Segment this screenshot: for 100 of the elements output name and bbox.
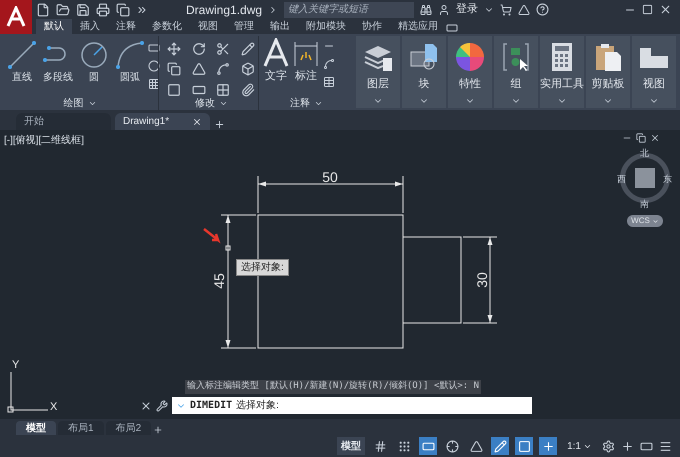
add-layout-icon[interactable] <box>153 425 164 435</box>
ucs-axis-drawing <box>8 372 48 412</box>
panel-title[interactable]: 注释 <box>290 96 310 110</box>
panel-label: 组 <box>510 77 522 92</box>
layout-tab[interactable]: 布局2 <box>106 421 152 435</box>
caret-icon[interactable] <box>314 99 323 108</box>
ribbon-tab[interactable]: 协作 <box>354 19 390 34</box>
panel-label: 块 <box>418 77 430 92</box>
ribbon-panel[interactable]: 实用工具 <box>540 36 584 108</box>
leader-icon[interactable] <box>322 58 335 70</box>
ribbon-panel[interactable]: 剪贴板 <box>586 36 630 108</box>
ribbon-panel[interactable]: 视图 <box>632 36 676 108</box>
ribbon-tab[interactable]: 插入 <box>72 19 108 34</box>
ribbon-tab[interactable]: 管理 <box>226 19 262 34</box>
rectangle-icon[interactable] <box>148 42 160 54</box>
restore-icon[interactable] <box>636 133 646 143</box>
arrow-icon <box>202 228 220 244</box>
grid-icon <box>374 440 387 452</box>
document-tab[interactable]: Drawing1* <box>115 113 210 130</box>
ribbon-tab[interactable]: 精选应用 <box>390 19 446 34</box>
wrench-icon[interactable] <box>156 400 168 412</box>
ribbon-panel[interactable]: 特性 <box>448 36 492 108</box>
panel-label: 实用工具 <box>540 76 584 92</box>
ribbon-tab[interactable]: 附加模块 <box>298 19 354 34</box>
sign-in-button[interactable]: 登录 <box>456 1 478 18</box>
dimension-text: 50 <box>322 169 338 185</box>
ribbon-tab[interactable]: 参数化 <box>144 19 190 34</box>
close-icon[interactable] <box>650 133 660 143</box>
snap-icon <box>398 440 411 452</box>
annotation-toggle-button[interactable] <box>539 437 558 455</box>
ribbon-panel[interactable]: 组 <box>494 36 538 108</box>
table-icon[interactable] <box>322 76 335 88</box>
panel-title[interactable]: 绘图 <box>64 96 84 110</box>
compass-label: 南 <box>640 198 649 211</box>
ribbon-tab[interactable]: 视图 <box>190 19 226 34</box>
ribbon-panel[interactable]: 块 <box>402 36 446 108</box>
print-icon[interactable] <box>96 2 110 16</box>
panel-label: 特性 <box>459 77 481 92</box>
document-tab[interactable]: 开始 <box>16 113 111 130</box>
user-icon[interactable] <box>438 4 450 16</box>
panel-label: 图层 <box>367 77 389 92</box>
ortho-toggle-button[interactable] <box>419 437 438 455</box>
help-icon[interactable] <box>536 3 550 16</box>
axis-label: X <box>50 401 58 413</box>
ribbon-panel[interactable]: 图层 <box>356 36 400 108</box>
compass-label: 东 <box>663 173 672 186</box>
block-icon <box>409 42 439 72</box>
fillet-icon[interactable] <box>216 62 230 76</box>
rotate-icon[interactable] <box>192 42 206 56</box>
trim-icon[interactable] <box>216 42 230 56</box>
dimension-text: 30 <box>474 272 490 288</box>
layout-tab[interactable]: 布局1 <box>58 421 104 435</box>
osnap-toggle-button[interactable] <box>515 437 534 455</box>
cart-icon[interactable] <box>500 4 512 16</box>
caret-icon[interactable] <box>88 99 96 108</box>
compass-label: 北 <box>640 147 649 160</box>
annotate-tool-button[interactable]: 标注 <box>292 38 319 84</box>
annotate-tool-button[interactable]: 文字 <box>262 38 289 84</box>
save-icon[interactable] <box>76 2 90 16</box>
maximize-icon[interactable] <box>642 4 653 15</box>
close-icon[interactable] <box>140 400 152 412</box>
plus-icon[interactable] <box>621 440 634 452</box>
box-icon[interactable] <box>241 62 256 76</box>
letter-a-logo-icon <box>5 6 27 28</box>
ribbon-tab[interactable]: 注释 <box>108 19 144 34</box>
compass-label: 西 <box>617 173 626 186</box>
draw-tool-button[interactable]: 多段线 <box>40 40 76 85</box>
app-menu-button[interactable] <box>0 0 32 34</box>
hatch-icon[interactable] <box>148 78 160 90</box>
file-name: Drawing1.dwg <box>186 2 262 18</box>
command-input[interactable]: DIMEDIT 选择对象: <box>172 397 532 414</box>
panel-title[interactable]: 修改 <box>194 96 215 110</box>
ellipse-icon[interactable] <box>148 60 160 72</box>
panel-label: 视图 <box>643 77 665 92</box>
close-icon[interactable] <box>192 116 202 126</box>
ribbon-tab[interactable]: 默认 <box>36 19 72 34</box>
menu-icon[interactable] <box>659 440 672 452</box>
new-file-icon[interactable] <box>36 2 50 16</box>
add-tab-icon[interactable] <box>214 119 225 130</box>
array-icon[interactable] <box>216 82 230 97</box>
open-folder-icon[interactable] <box>56 2 70 16</box>
caret-icon[interactable] <box>218 99 228 108</box>
search-field[interactable]: 键入关键字或短语 <box>284 2 414 18</box>
erase-icon[interactable] <box>241 42 256 56</box>
settings-icon[interactable] <box>602 440 615 452</box>
binoculars-icon[interactable] <box>420 4 432 16</box>
arc-tool-icon <box>115 40 145 70</box>
viewport-label[interactable]: [-][俯视][二维线框] <box>4 133 84 148</box>
layout-tab[interactable]: 模型 <box>16 421 56 435</box>
draw-tool-button[interactable]: 圆 <box>76 40 112 85</box>
draw-tool-button[interactable]: 圆弧 <box>112 40 148 85</box>
triangle-icon[interactable] <box>518 4 530 16</box>
dimension-text: 45 <box>211 273 227 289</box>
draw-tool-button[interactable]: 直线 <box>4 40 40 85</box>
move-icon[interactable] <box>167 42 181 56</box>
scale-dropdown[interactable]: 1:1 <box>563 438 596 454</box>
model-space-button[interactable]: 模型 <box>337 437 366 455</box>
ribbon-tab[interactable]: 输出 <box>262 19 298 34</box>
copy-icon[interactable] <box>167 62 181 76</box>
close-icon[interactable] <box>659 3 672 16</box>
